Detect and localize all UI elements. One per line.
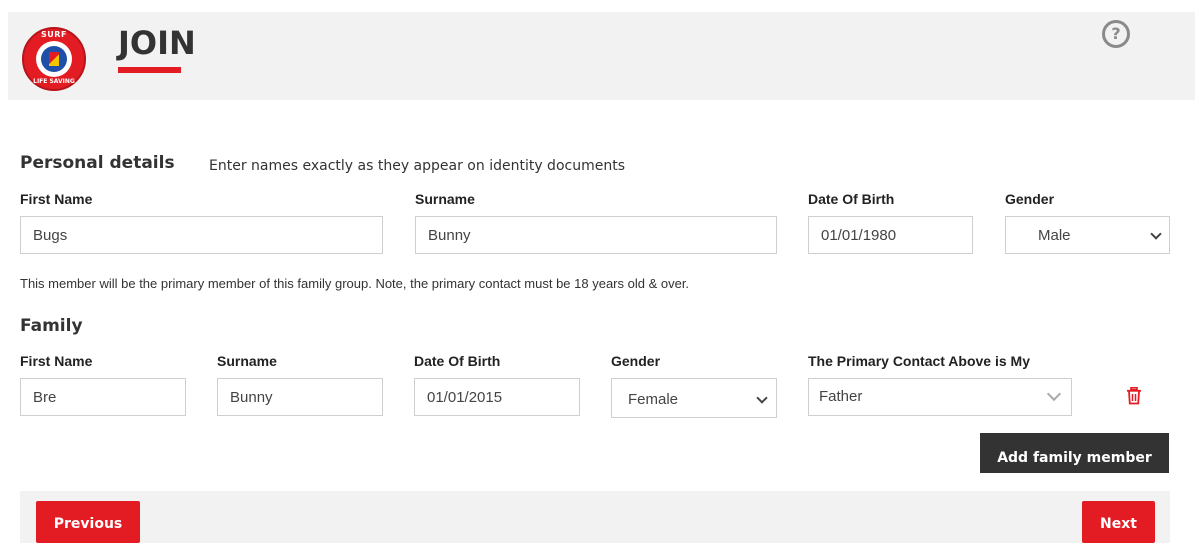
family-first-name-input[interactable]: [20, 378, 186, 416]
chevron-down-icon: [1046, 386, 1062, 402]
question-circle-icon[interactable]: ?: [1102, 20, 1130, 48]
family-surname-input[interactable]: [217, 378, 383, 416]
relation-label: The Primary Contact Above is My: [808, 353, 1030, 369]
family-heading: Family: [20, 316, 83, 336]
add-family-member-button[interactable]: Add family member: [980, 433, 1169, 473]
previous-button[interactable]: Previous: [36, 501, 140, 543]
relation-select[interactable]: Father: [808, 378, 1072, 416]
surname-input[interactable]: [415, 216, 777, 254]
title-underline: [118, 67, 181, 73]
logo-bottom-text: LIFE SAVING: [33, 78, 75, 85]
dob-label: Date Of Birth: [808, 191, 895, 207]
family-dob-input[interactable]: [414, 378, 580, 416]
family-gender-select[interactable]: Female: [611, 378, 777, 418]
next-button[interactable]: Next: [1082, 501, 1155, 543]
relation-value: Father: [819, 388, 863, 405]
trash-icon[interactable]: [1126, 387, 1142, 405]
surname-label: Surname: [415, 191, 475, 207]
dob-input[interactable]: [808, 216, 973, 254]
page-title: JOIN: [118, 24, 196, 62]
first-name-label: First Name: [20, 191, 93, 207]
chevron-down-icon: [1150, 228, 1162, 240]
gender-select-value: Male: [1038, 227, 1071, 244]
gender-select[interactable]: Male: [1005, 216, 1170, 254]
flag-icon: [49, 52, 59, 66]
gender-label: Gender: [1005, 191, 1055, 207]
chevron-down-icon: [756, 392, 768, 404]
personal-details-heading: Personal details: [20, 153, 175, 173]
surf-life-saving-logo: SURF LIFE SAVING: [22, 27, 86, 91]
logo-top-text: SURF: [41, 30, 67, 39]
family-dob-label: Date Of Birth: [414, 353, 501, 369]
family-gender-value: Female: [628, 391, 679, 408]
personal-details-subheading: Enter names exactly as they appear on id…: [209, 158, 625, 174]
page-header: SURF LIFE SAVING JOIN ?: [8, 12, 1195, 100]
form-footer: Previous Next: [20, 491, 1170, 543]
family-surname-label: Surname: [217, 353, 277, 369]
family-gender-label: Gender: [611, 353, 661, 369]
primary-member-note: This member will be the primary member o…: [20, 276, 690, 291]
first-name-input[interactable]: [20, 216, 383, 254]
family-first-name-label: First Name: [20, 353, 93, 369]
